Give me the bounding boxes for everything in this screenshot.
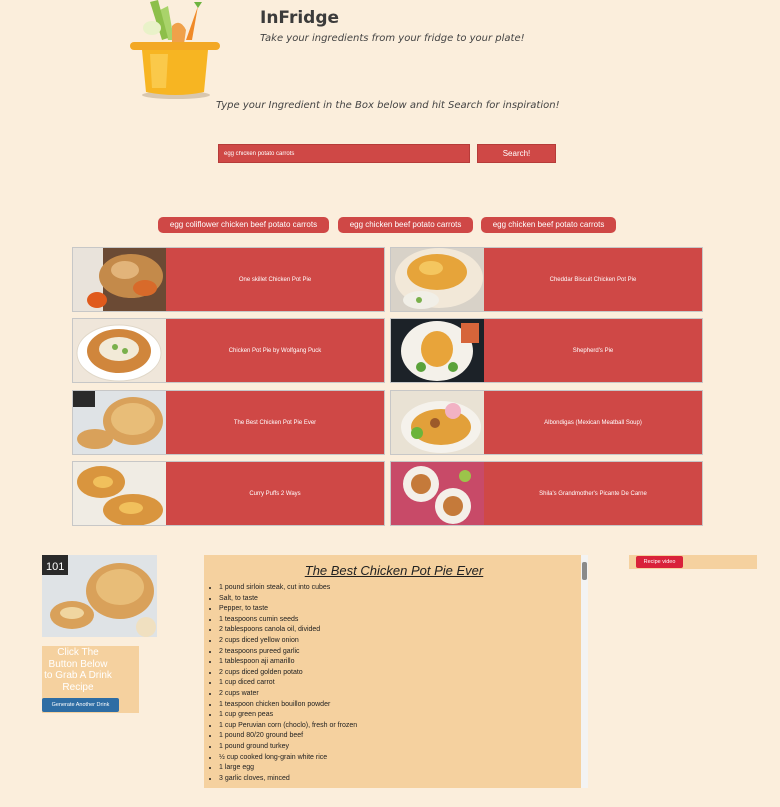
ingredient-search-input[interactable]	[218, 144, 470, 163]
drink-panel: Click The Button Below to Grab A Drink R…	[42, 646, 139, 713]
recipe-card-title: Shepherd's Pie	[572, 347, 614, 354]
recipe-card-title: Shila's Grandmother's Picante De Carne	[539, 490, 647, 497]
ingredient-item: 2 cups diced yellow onion	[219, 636, 357, 647]
ingredient-item: 1 tablespoon aji amarillo	[219, 657, 357, 668]
ingredient-item: 2 cups water	[219, 689, 357, 700]
ingredient-item: Pepper, to taste	[219, 604, 357, 615]
history-button[interactable]: egg chicken beef potato carrots	[338, 217, 473, 233]
recipe-card-title: The Best Chicken Pot Pie Ever	[233, 419, 317, 426]
ingredient-item: 1 pound 80/20 ground beef	[219, 731, 357, 742]
search-instruction: Type your Ingredient in the Box below an…	[216, 100, 560, 111]
ingredient-item: 1 cup diced carrot	[219, 678, 357, 689]
ingredient-item: ½ cup cooked long-grain white rice	[219, 753, 357, 764]
recipe-detail-title: The Best Chicken Pot Pie Ever	[304, 563, 484, 578]
ingredient-list: 1 pound sirloin steak, cut into cubes Sa…	[209, 583, 357, 784]
infridge-logo-icon	[128, 0, 222, 100]
recipe-card-title: Albondigas (Mexican Meatball Soup)	[544, 419, 642, 426]
recipe-card[interactable]: Chicken Pot Pie by Wolfgang Puck	[72, 318, 385, 383]
brand-title: InFridge	[260, 8, 340, 28]
video-panel: Recipe video	[629, 555, 757, 569]
recipe-card[interactable]: The Best Chicken Pot Pie Ever	[72, 390, 385, 455]
drink-prompt: Click The Button Below to Grab A Drink R…	[44, 647, 112, 693]
drink-image-badge: 101	[46, 561, 64, 573]
recipe-card[interactable]: Cheddar Biscuit Chicken Pot Pie	[390, 247, 703, 312]
ingredient-item: 1 teaspoon chicken bouillon powder	[219, 700, 357, 711]
drink-image: 101	[42, 555, 157, 637]
history-button[interactable]: egg chicken beef potato carrots	[481, 217, 616, 233]
search-button[interactable]: Search!	[477, 144, 556, 163]
ingredient-item: 2 cups diced golden potato	[219, 668, 357, 679]
recipe-thumbnail	[391, 391, 484, 454]
recipe-card[interactable]: Curry Puffs 2 Ways	[72, 461, 385, 526]
recipe-thumbnail	[73, 319, 166, 382]
recipe-thumbnail	[73, 248, 166, 311]
recipe-card-title: Chicken Pot Pie by Wolfgang Puck	[228, 347, 322, 354]
ingredient-item: 1 cup Peruvian corn (choclo), fresh or f…	[219, 721, 357, 732]
recipe-card[interactable]: One skillet Chicken Pot Pie	[72, 247, 385, 312]
scrollbar-thumb[interactable]	[582, 562, 587, 580]
ingredient-item: 2 teaspoons pureed garlic	[219, 647, 357, 658]
history-button[interactable]: egg coliflower chicken beef potato carro…	[158, 217, 329, 233]
recipe-card-title: Cheddar Biscuit Chicken Pot Pie	[549, 276, 637, 283]
generate-drink-button[interactable]: Generate Another Drink	[42, 698, 119, 712]
ingredient-item: Salt, to taste	[219, 594, 357, 605]
ingredient-item: 3 garlic cloves, minced	[219, 774, 357, 785]
recipe-video-button[interactable]: Recipe video	[636, 556, 683, 568]
recipe-card[interactable]: Shila's Grandmother's Picante De Carne	[390, 461, 703, 526]
ingredient-item: 1 large egg	[219, 763, 357, 774]
recipe-card[interactable]: Albondigas (Mexican Meatball Soup)	[390, 390, 703, 455]
recipe-thumbnail	[391, 248, 484, 311]
recipe-thumbnail	[391, 319, 484, 382]
recipe-card-title: One skillet Chicken Pot Pie	[238, 276, 312, 283]
recipe-card[interactable]: Shepherd's Pie	[390, 318, 703, 383]
tagline: Take your ingredients from your fridge t…	[260, 33, 525, 44]
recipe-thumbnail	[73, 391, 166, 454]
recipe-detail-panel: The Best Chicken Pot Pie Ever 1 pound si…	[204, 555, 588, 788]
recipe-thumbnail	[73, 462, 166, 525]
ingredient-item: 1 pound sirloin steak, cut into cubes	[219, 583, 357, 594]
recipe-card-title: Curry Puffs 2 Ways	[249, 490, 301, 497]
recipe-scrollbar[interactable]	[581, 555, 588, 788]
ingredient-item: 1 cup green peas	[219, 710, 357, 721]
ingredient-item: 1 pound ground turkey	[219, 742, 357, 753]
ingredient-item: 1 teaspoons cumin seeds	[219, 615, 357, 626]
ingredient-item: 2 tablespoons canola oil, divided	[219, 625, 357, 636]
recipe-thumbnail	[391, 462, 484, 525]
